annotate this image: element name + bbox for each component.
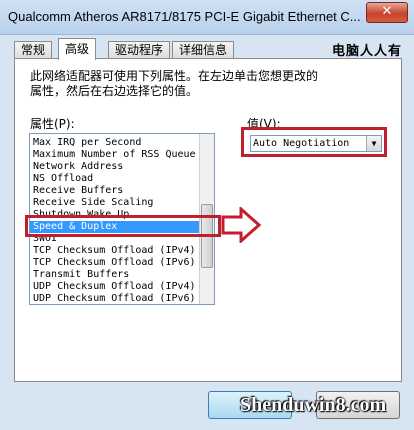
- site-watermark: Shenduwin8.com: [240, 394, 387, 416]
- property-label: 属性(P):: [30, 117, 75, 131]
- value-dropdown[interactable]: Auto Negotiation ▼: [250, 135, 382, 152]
- property-list-item[interactable]: Receive Side Scaling: [30, 197, 200, 209]
- property-list-item[interactable]: TCP Checksum Offload (IPv4): [30, 245, 200, 257]
- description-text: 此网络适配器可使用下列属性。在左边单击您想更改的属性，然后在右边选择它的值。: [30, 69, 319, 98]
- property-list-item[interactable]: Maximum Number of RSS Queue: [30, 149, 200, 161]
- property-list-item[interactable]: UDP Checksum Offload (IPv4): [30, 281, 200, 293]
- property-list-item[interactable]: Transmit Buffers: [30, 269, 200, 281]
- dialog-buttons: Shenduwin8.com: [0, 382, 414, 430]
- close-button[interactable]: ✕: [366, 2, 408, 23]
- dropdown-arrow-icon[interactable]: ▼: [366, 136, 381, 151]
- close-icon: ✕: [381, 4, 393, 19]
- window-title: Qualcomm Atheros AR8171/8175 PCI-E Gigab…: [8, 9, 361, 24]
- tab-advanced[interactable]: 高级: [58, 38, 97, 60]
- highlight-box-property: [25, 215, 221, 237]
- property-list-item[interactable]: Max IRQ per Second: [30, 137, 200, 149]
- advanced-panel: 此网络适配器可使用下列属性。在左边单击您想更改的属性，然后在右边选择它的值。 属…: [14, 58, 402, 382]
- property-list-item[interactable]: Network Address: [30, 161, 200, 173]
- tab-details[interactable]: 详细信息: [172, 41, 235, 59]
- title-bar: Qualcomm Atheros AR8171/8175 PCI-E Gigab…: [0, 0, 414, 35]
- property-list-item[interactable]: TCP Checksum Offload (IPv6): [30, 257, 200, 269]
- tab-driver[interactable]: 驱动程序: [108, 41, 171, 59]
- property-list-item[interactable]: NS Offload: [30, 173, 200, 185]
- tab-general[interactable]: 常规: [14, 41, 53, 59]
- arrow-right-icon: [221, 207, 261, 243]
- value-selected: Auto Negotiation: [253, 138, 350, 149]
- watermark-top: 电脑人人有: [331, 44, 402, 59]
- property-list-item[interactable]: UDP Checksum Offload (IPv6): [30, 293, 200, 304]
- property-list-item[interactable]: Receive Buffers: [30, 185, 200, 197]
- highlight-box-value: Auto Negotiation ▼: [241, 127, 387, 157]
